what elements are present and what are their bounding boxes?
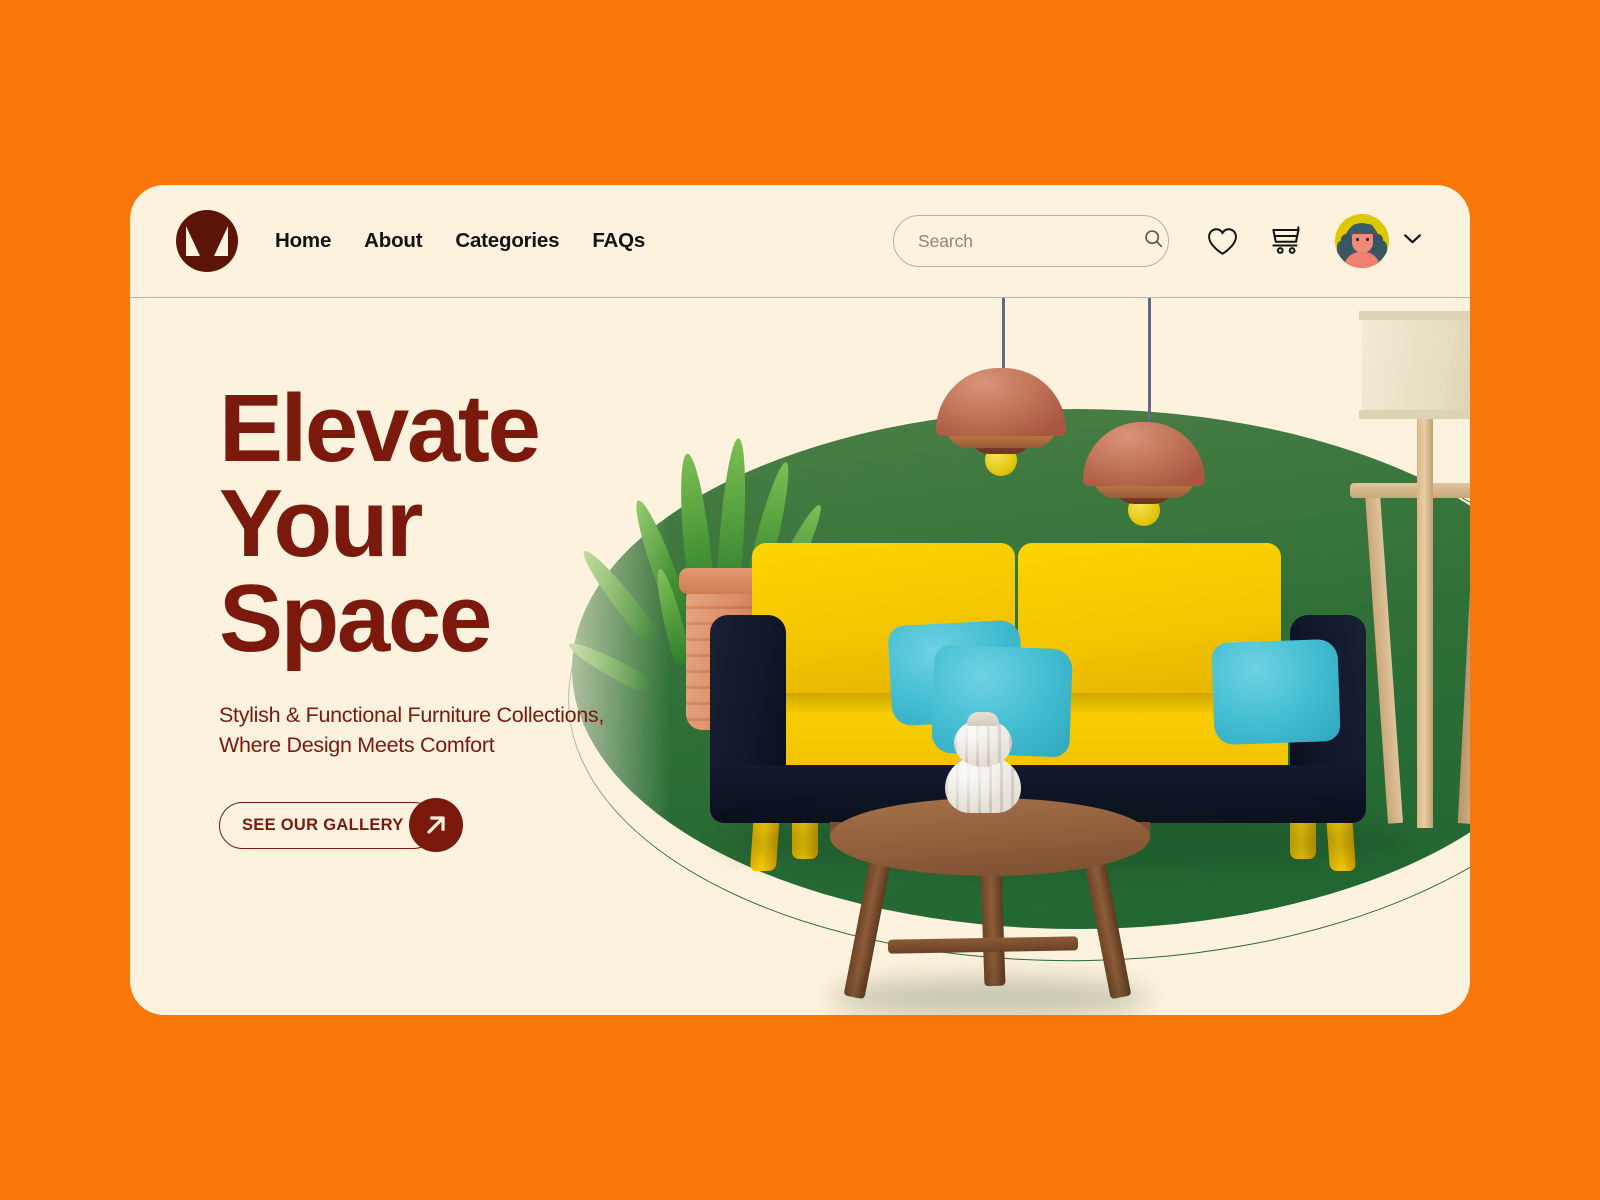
floor-lamp-pole: [1417, 408, 1433, 828]
gallery-cta[interactable]: SEE OUR GALLERY: [219, 798, 463, 853]
landing-page-card: Home About Categories FAQs Search Elevat…: [130, 185, 1470, 1015]
headline-line-3: Space: [219, 565, 492, 673]
pendant-lamp-left: [936, 368, 1066, 476]
vase-upper-bulb: [954, 719, 1012, 767]
pendant-lamp-left-cord: [1002, 298, 1006, 372]
account-menu[interactable]: [1335, 214, 1422, 268]
chevron-down-icon[interactable]: [1403, 232, 1422, 250]
pendant-lamp-right-cord: [1148, 298, 1152, 426]
teal-pillow-right: [1211, 638, 1341, 746]
search-input[interactable]: [918, 230, 1143, 252]
headline-line-2: Your: [219, 470, 423, 578]
vase-neck: [967, 712, 999, 726]
cart-icon[interactable]: [1263, 218, 1309, 264]
page-title: Elevate Your Space: [219, 375, 689, 673]
site-header: Home About Categories FAQs: [130, 185, 1470, 298]
floor-lamp-stand-top: [1350, 483, 1470, 498]
subtitle-line-2: Where Design Meets Comfort: [219, 732, 495, 757]
search-box[interactable]: [893, 215, 1169, 267]
nav-item-about[interactable]: About: [364, 229, 422, 253]
logo-triangle-right: [214, 226, 228, 256]
user-avatar[interactable]: [1335, 214, 1389, 268]
pendant-lamp-left-dome: [936, 368, 1066, 436]
heart-icon[interactable]: [1199, 218, 1245, 264]
headline-line-1: Elevate: [219, 375, 541, 482]
avatar-eye-right: [1366, 238, 1369, 241]
pendant-lamp-right-dome: [1083, 422, 1205, 486]
avatar-fringe: [1350, 224, 1375, 234]
arrow-up-right-icon[interactable]: [409, 798, 463, 853]
search-icon[interactable]: [1143, 228, 1164, 254]
hero-copy: Elevate Your Space Stylish & Functional …: [219, 375, 689, 853]
floor-lamp-shade: [1359, 311, 1470, 419]
nav-item-categories[interactable]: Categories: [455, 229, 559, 253]
cta-label: SEE OUR GALLERY: [242, 816, 404, 835]
header-actions: [893, 214, 1422, 268]
nav-item-faqs[interactable]: FAQs: [592, 229, 645, 253]
subtitle-line-1: Stylish & Functional Furniture Collectio…: [219, 703, 605, 728]
pendant-lamp-right: [1083, 422, 1205, 526]
logo-triangle-left: [186, 226, 200, 256]
avatar-eye-left: [1356, 238, 1359, 241]
hero-subtitle: Stylish & Functional Furniture Collectio…: [219, 701, 689, 760]
furniture-brand-logo[interactable]: [176, 210, 238, 272]
main-navigation: Home About Categories FAQs: [275, 229, 645, 253]
nav-item-home[interactable]: Home: [275, 229, 331, 253]
see-our-gallery-button[interactable]: SEE OUR GALLERY: [219, 802, 437, 850]
